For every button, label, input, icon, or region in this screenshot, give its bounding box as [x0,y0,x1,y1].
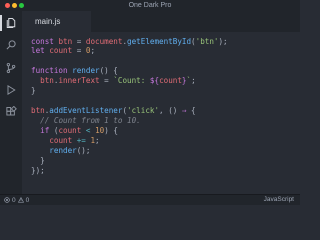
code-token: } [31,86,36,95]
code-line: btn.addEventListener('click', () ⇒ { [31,106,196,116]
window-title: One Dark Pro [128,2,172,9]
code-token: ; [90,46,96,55]
status-bar: 0 0 JavaScript [0,194,300,205]
code-token: // Count from 1 to 10. [40,116,141,125]
code-token: `Count: [113,76,150,85]
code-token: , () [159,106,182,115]
code-token: getElementById [127,37,192,46]
code-token: ; [191,76,196,85]
code-line: }); [31,166,45,176]
code-token: = [72,37,86,46]
code-line: render(); [31,146,90,156]
code-token: (); [76,146,91,155]
code-token: 'click' [127,106,160,115]
code-token: 10 [95,126,105,135]
code-token: let [31,46,45,55]
code-token: function [31,66,68,75]
code-line: function render() { [31,66,118,76]
code-token: { [186,106,196,115]
extensions-icon[interactable] [0,102,22,122]
code-token: ) { [104,126,118,135]
code-token: () { [99,66,118,75]
run-debug-icon[interactable] [0,80,22,100]
code-token: innerText [58,76,100,85]
tab-main-js[interactable]: main.js [22,11,91,32]
files-icon[interactable] [0,13,22,33]
code-token: const [31,37,54,46]
tab-bar: main.js [22,11,300,32]
code-line: // Count from 1 to 10. [31,116,141,126]
tab-label: main.js [35,17,61,26]
code-token: btn [31,106,45,115]
code-line: count += 1; [31,136,100,146]
code-token: render [72,66,100,75]
problems-indicator[interactable]: 0 0 [4,195,29,205]
code-token: render [49,146,77,155]
code-line: } [31,86,36,96]
warning-count: 0 [25,196,30,204]
code-token: ${ [149,76,160,85]
source-control-icon[interactable] [0,58,22,78]
code-token: count [58,126,82,135]
editor-window: One Dark Pro main.js const btn = documen… [0,0,300,205]
code-line: if (count < 10) { [31,126,118,136]
code-token: if [40,126,50,135]
warning-icon [17,197,24,203]
code-token: ; [95,136,100,145]
language-mode[interactable]: JavaScript [264,195,294,205]
title-bar: One Dark Pro [0,0,300,11]
code-token: }); [31,166,45,175]
activity-bar [0,11,22,194]
code-token: 'btn' [195,37,219,46]
code-token: addEventListener [49,106,123,115]
code-token: btn [40,76,54,85]
code-token: count [49,136,73,145]
error-count: 0 [12,196,16,204]
code-token: = [99,76,114,85]
code-token: ); [218,37,228,46]
code-token: += [76,136,86,145]
code-token: document [85,37,123,46]
error-icon [4,197,10,203]
code-token: = [72,46,86,55]
code-token: count [49,46,73,55]
code-editor[interactable]: const btn = document.getElementById('btn… [22,32,300,194]
code-token: btn [58,37,73,46]
code-line: btn.innerText = `Count: ${count}`; [31,76,196,86]
code-line: let count = 0; [31,46,95,56]
code-line: } [31,156,45,166]
code-token: count [159,76,182,85]
search-icon[interactable] [0,35,22,55]
code-token: } [31,156,45,165]
